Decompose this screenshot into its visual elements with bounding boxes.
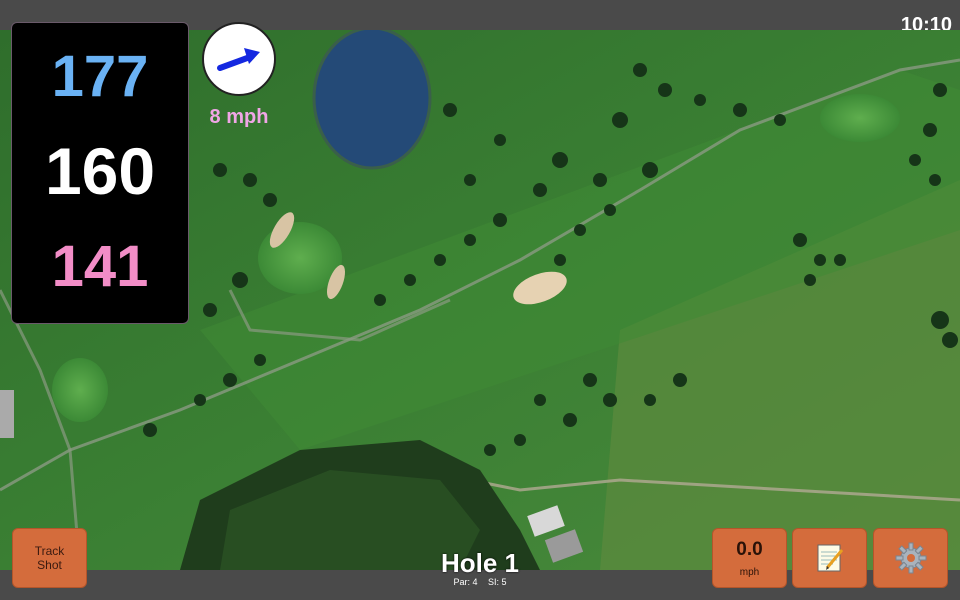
wind-indicator <box>202 22 276 96</box>
distance-front: 141 <box>51 234 149 299</box>
hole-info: Par: 4 SI: 5 <box>380 577 580 587</box>
notepad-icon <box>817 544 843 572</box>
distance-middle: 160 <box>44 134 156 208</box>
settings-button[interactable] <box>873 528 948 588</box>
track-shot-label-line1: Track <box>34 544 65 558</box>
hole-par: Par: 4 <box>453 577 478 587</box>
speed-button[interactable]: 0.0 mph <box>712 528 787 588</box>
distance-panel: 177 160 141 <box>11 22 189 324</box>
speed-unit: mph <box>739 567 760 578</box>
wind-direction-arrow-icon <box>217 48 260 71</box>
notes-button[interactable] <box>792 528 867 588</box>
track-shot-button[interactable]: Track Shot <box>12 528 87 588</box>
track-shot-label-line2: Shot <box>37 558 62 572</box>
speed-value: 0.0 <box>736 539 763 560</box>
hole-title: Hole 1 <box>440 548 520 578</box>
gear-icon <box>895 542 926 574</box>
distance-back: 177 <box>51 44 149 109</box>
wind-speed: 8 mph <box>209 106 269 128</box>
hole-stroke-index: SI: 5 <box>488 577 507 587</box>
